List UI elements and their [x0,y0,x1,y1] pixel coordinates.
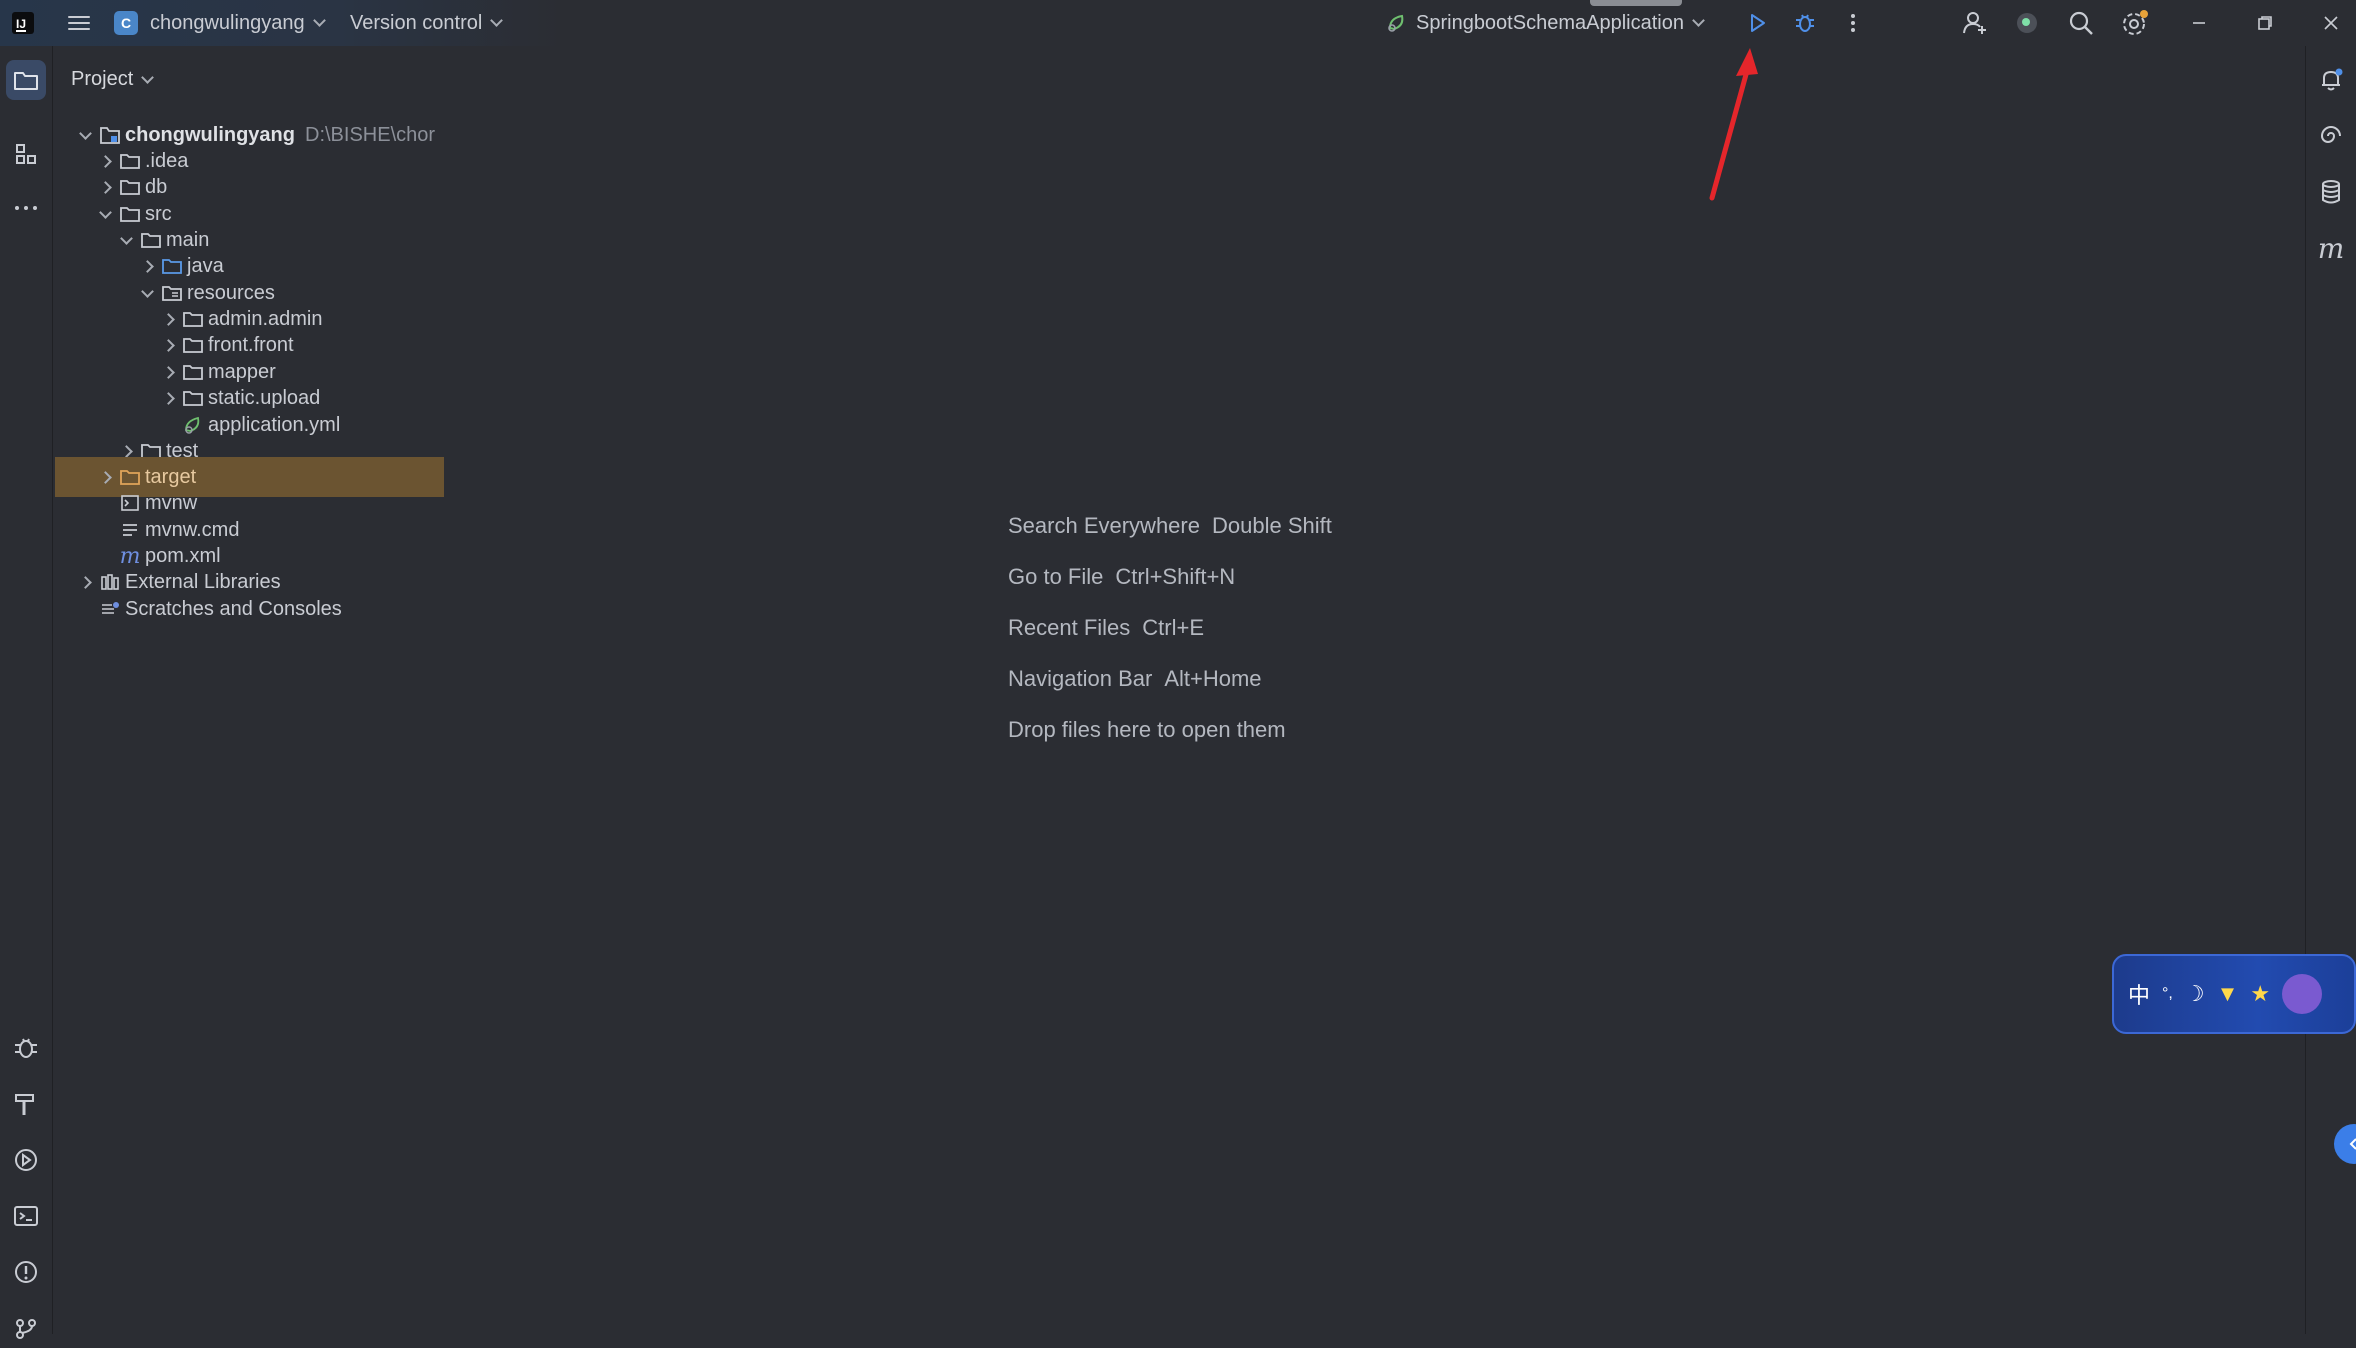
chevron-down-icon [141,70,155,84]
debug-tool-button[interactable] [6,1028,46,1068]
folder-icon [14,72,38,90]
hint-recent-files: Recent Files Ctrl+E [1008,615,1205,640]
intellij-logo-icon: IJ [12,12,34,34]
tree-label: Scratches and Consoles [125,597,342,620]
maven-tool-button[interactable]: m [2311,228,2351,268]
project-badge[interactable]: C [114,11,138,35]
more-horizontal-icon [15,206,37,210]
minimize-icon [2193,22,2205,24]
problems-icon [15,1261,37,1283]
structure-tool-button[interactable] [6,134,46,174]
terminal-icon [14,1206,38,1226]
ai-assistant-icon [2017,13,2037,33]
bell-icon [2322,68,2343,91]
git-tool-button[interactable] [6,1308,46,1348]
panel-title: Project [71,68,134,90]
more-vertical-icon [1851,14,1855,32]
search-button[interactable] [2058,0,2104,46]
scratches-icon [99,598,121,620]
maven-icon: m [2317,231,2345,265]
git-branch-icon [16,1319,36,1339]
project-name: chongwulingyang [150,11,305,34]
problems-tool-button[interactable] [6,1252,46,1292]
star-icon[interactable]: ★ [2250,981,2270,1007]
services-tool-button[interactable] [6,1140,46,1180]
database-icon [2322,180,2340,204]
run-config-selector[interactable]: SpringbootSchemaApplication [1386,0,1705,46]
chevron-left-icon [2349,1138,2356,1150]
restore-icon [2258,16,2272,30]
ai-chat-button[interactable] [2311,116,2351,156]
database-button[interactable] [2311,172,2351,212]
tree-row-scratches[interactable]: Scratches and Consoles [53,589,459,629]
spring-boot-icon [1386,12,1408,34]
build-tool-button[interactable] [6,1084,46,1124]
bug-icon [1796,14,1814,32]
terminal-tool-button[interactable] [6,1196,46,1236]
vcs-label: Version control [350,11,483,34]
chevron-down-icon [312,14,326,27]
structure-icon [16,144,36,164]
ime-language-toggle[interactable]: 中 [2128,978,2150,1010]
bug-icon [15,1038,37,1058]
hint-search-everywhere: Search Everywhere Double Shift [1008,513,1332,538]
ime-toolbar[interactable]: 中 °, ☽ ▼ ★ [2112,954,2356,1034]
code-with-me-button[interactable] [1952,0,1998,46]
close-button[interactable] [2308,0,2354,46]
chevron-down-icon [490,14,504,27]
moon-icon[interactable]: ☽ [2185,981,2205,1007]
skin-icon[interactable]: ▼ [2217,981,2239,1007]
left-tool-strip [0,46,53,1339]
project-panel: Project chongwulingyang D:\BISHE\chor .i… [53,46,475,1334]
main-menu-icon[interactable] [68,12,90,32]
annotation-arrow [1709,48,1758,201]
chevron-down-icon [1692,14,1705,27]
add-user-icon [1963,12,1986,34]
title-bar: IJ C chongwulingyang Version control Spr… [0,0,2356,46]
run-config-name: SpringbootSchemaApplication [1416,11,1684,34]
ime-punctuation-icon[interactable]: °, [2162,985,2173,1003]
notifications-button[interactable] [2311,60,2351,100]
minimize-button[interactable] [2176,0,2222,46]
project-view-selector[interactable]: Project [71,68,155,91]
project-selector[interactable]: chongwulingyang [150,0,326,46]
ai-assistant-button[interactable] [2004,0,2050,46]
editor-area[interactable]: Search Everywhere Double Shift Go to File… [444,46,2306,1334]
search-icon [2069,11,2093,35]
more-actions-button[interactable] [1830,0,1876,46]
project-tool-button[interactable] [6,60,46,100]
hammer-icon [15,1094,34,1115]
hint-navigation-bar: Navigation Bar Alt+Home [1008,666,1262,691]
spiral-icon [2320,126,2341,143]
empty-editor-hints: Search Everywhere Double Shift Go to File… [1008,500,1332,755]
restore-button[interactable] [2242,0,2288,46]
services-icon [15,1149,37,1171]
vcs-selector[interactable]: Version control [350,0,504,46]
hint-drop-files: Drop files here to open them [1008,717,1286,742]
more-tools-button[interactable] [6,188,46,228]
settings-button[interactable] [2112,0,2158,46]
debug-button[interactable] [1782,0,1828,46]
close-icon [2324,16,2338,30]
ime-mascot-icon [2282,974,2323,1014]
gear-icon [2123,10,2148,35]
hint-go-to-file: Go to File Ctrl+Shift+N [1008,564,1236,589]
run-icon [1751,14,1765,32]
